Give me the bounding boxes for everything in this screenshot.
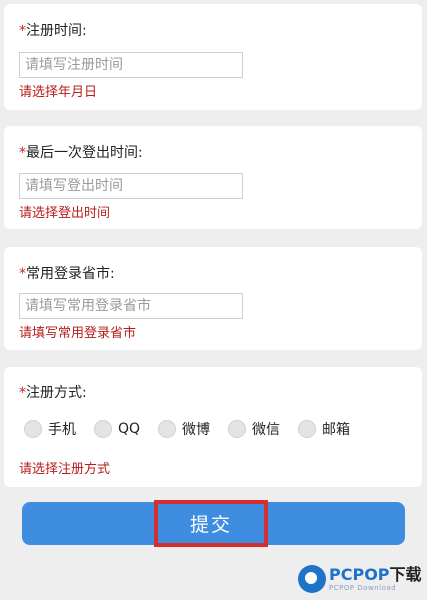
watermark-brand-cn: 下载 xyxy=(389,564,422,584)
register-method-label: *注册方式: xyxy=(19,382,87,402)
radio-circle-icon[interactable] xyxy=(24,420,42,438)
radio-option-phone[interactable]: 手机 xyxy=(24,419,76,439)
register-method-error: 请选择注册方式 xyxy=(19,462,111,477)
radio-circle-icon[interactable] xyxy=(94,420,112,438)
required-mark: * xyxy=(19,385,26,401)
register-time-label: *注册时间: xyxy=(19,20,87,40)
radio-option-label: 微信 xyxy=(252,422,281,438)
register-method-options: 手机 QQ 微博 微信 邮箱 xyxy=(24,417,368,441)
required-mark: * xyxy=(19,145,26,161)
login-location-label: *常用登录省市: xyxy=(19,263,115,283)
login-location-error: 请填写常用登录省市 xyxy=(19,326,137,341)
login-location-label-text: 常用登录省市: xyxy=(26,266,115,282)
submit-button[interactable]: 提交 xyxy=(154,500,268,547)
radio-option-label: 手机 xyxy=(48,422,76,438)
radio-option-label: 微博 xyxy=(182,422,211,438)
required-mark: * xyxy=(19,23,26,39)
submit-bar[interactable]: 提交 xyxy=(22,500,405,547)
radio-circle-icon[interactable] xyxy=(158,420,177,438)
watermark-brand-latin: PCPOP xyxy=(329,564,390,584)
last-logout-time-input[interactable] xyxy=(19,173,243,199)
login-location-card: *常用登录省市: 请填写常用登录省市 xyxy=(4,247,422,350)
pcpop-logo-icon xyxy=(298,565,326,593)
radio-option-label: 邮箱 xyxy=(322,422,351,438)
register-time-label-text: 注册时间: xyxy=(26,23,87,39)
required-mark: * xyxy=(19,266,26,282)
register-method-card: *注册方式: 手机 QQ 微博 微信 邮箱 请选择注册方式 xyxy=(4,367,422,487)
radio-circle-icon[interactable] xyxy=(298,420,317,438)
login-location-input[interactable] xyxy=(19,293,243,319)
register-time-error: 请选择年月日 xyxy=(19,85,98,100)
radio-option-email[interactable]: 邮箱 xyxy=(298,419,350,439)
last-logout-time-card: *最后一次登出时间: 请选择登出时间 xyxy=(4,126,422,229)
radio-option-weibo[interactable]: 微博 xyxy=(158,419,210,439)
last-logout-time-error: 请选择登出时间 xyxy=(19,206,111,221)
watermark-subtitle: PCPOP Download xyxy=(329,583,397,592)
pcpop-watermark: PCPOP下载 PCPOP Download xyxy=(298,562,422,596)
register-method-label-text: 注册方式: xyxy=(26,385,87,401)
radio-option-label: QQ xyxy=(118,421,141,437)
radio-circle-icon[interactable] xyxy=(228,420,247,438)
radio-option-qq[interactable]: QQ xyxy=(94,420,140,438)
registration-form-page: *注册时间: 请选择年月日 *最后一次登出时间: 请选择登出时间 *常用登录省市… xyxy=(0,0,427,600)
register-time-card: *注册时间: 请选择年月日 xyxy=(4,4,422,110)
last-logout-time-label: *最后一次登出时间: xyxy=(19,142,143,162)
watermark-brand: PCPOP下载 xyxy=(329,564,422,584)
radio-option-wechat[interactable]: 微信 xyxy=(228,419,280,439)
register-time-input[interactable] xyxy=(19,52,243,78)
watermark-text: PCPOP下载 PCPOP Download xyxy=(329,564,422,592)
last-logout-time-label-text: 最后一次登出时间: xyxy=(26,145,143,161)
